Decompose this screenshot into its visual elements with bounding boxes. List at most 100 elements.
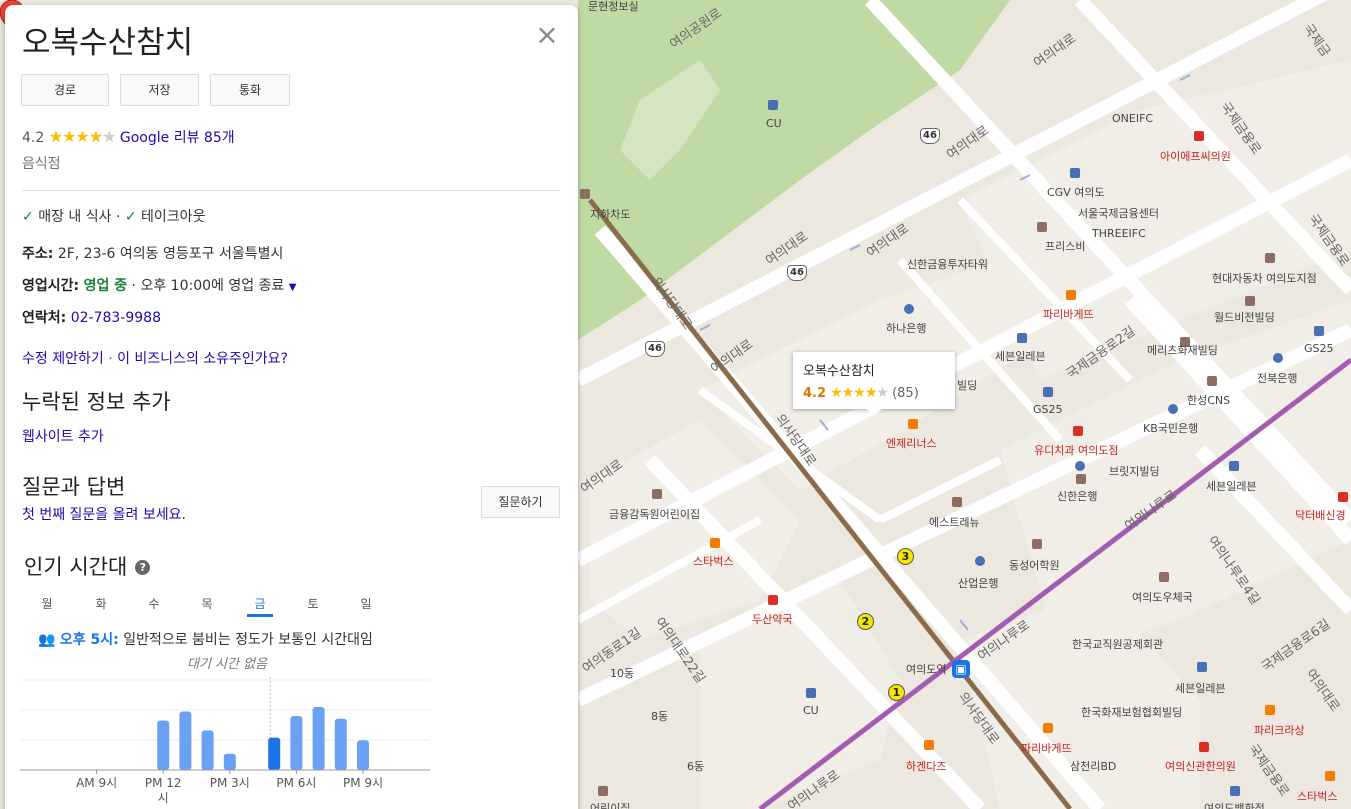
map-place-popup[interactable]: 오복수산참치 4.2 ★★★★★ (85) xyxy=(793,352,955,416)
phone-link[interactable]: 02-783-9988 xyxy=(71,310,161,326)
kindergarten-icon[interactable] xyxy=(598,786,608,796)
tab-day-sat[interactable]: 토 xyxy=(300,595,326,617)
convenience-store-icon[interactable] xyxy=(768,100,778,110)
map-label: THREEIFC xyxy=(1092,227,1146,240)
bar xyxy=(179,711,192,770)
caret-down-icon[interactable]: ▼ xyxy=(289,282,297,293)
map-label: 산업은행 xyxy=(958,577,999,590)
service-options: ✓ 매장 내 식사 · ✓ 테이크아웃 xyxy=(22,206,205,226)
tab-day-fri[interactable]: 금 xyxy=(247,595,273,617)
cafe-icon[interactable] xyxy=(1325,771,1335,781)
convenience-store-icon[interactable] xyxy=(1043,387,1053,397)
map-label: 서울국제금융센터 xyxy=(1078,207,1159,220)
popup-rating-value: 4.2 xyxy=(803,386,827,401)
address-label: 주소: xyxy=(22,246,54,262)
shopping-icon[interactable] xyxy=(1230,786,1240,796)
clinic-icon[interactable] xyxy=(1199,742,1209,752)
rating-row: 4.2 ★★★★★ Google 리뷰 85개 xyxy=(22,127,235,147)
bakery-icon[interactable] xyxy=(1265,705,1275,715)
map-label: 두산약국 xyxy=(752,613,793,626)
people-icon: 👥 xyxy=(38,632,56,648)
building-icon[interactable] xyxy=(1207,376,1217,386)
map-label: CGV 여의도 xyxy=(1047,186,1105,199)
bank-icon[interactable] xyxy=(1168,404,1178,414)
directions-button[interactable]: 경로 xyxy=(21,74,109,106)
tab-day-wed[interactable]: 수 xyxy=(141,595,167,617)
building-icon[interactable] xyxy=(1245,296,1255,306)
map-label: 파리바게뜨 xyxy=(1043,308,1094,321)
home-icon[interactable] xyxy=(952,497,962,507)
help-icon[interactable]: ? xyxy=(135,560,151,575)
ask-question-button[interactable]: 질문하기 xyxy=(481,486,560,518)
hours-row[interactable]: 영업시간: 영업 중 · 오후 10:00에 영업 종료 ▼ xyxy=(22,275,296,295)
tick-label: PM 9시 xyxy=(343,776,383,790)
shop-icon[interactable] xyxy=(1037,222,1047,232)
star-rating-icon: ★★★★★ xyxy=(48,127,117,146)
map-label: 하나은행 xyxy=(886,322,927,335)
convenience-store-icon[interactable] xyxy=(1229,461,1239,471)
bakery-icon[interactable] xyxy=(1043,723,1053,733)
cinema-icon[interactable] xyxy=(1070,168,1080,178)
tab-day-tue[interactable]: 화 xyxy=(88,595,114,617)
qa-prompt-link[interactable]: 첫 번째 질문을 올려 보세요. xyxy=(22,507,186,523)
map-label: 아이에프씨의원 xyxy=(1160,150,1231,163)
reviews-link[interactable]: Google 리뷰 85개 xyxy=(120,130,235,146)
add-website-link[interactable]: 웹사이트 추가 xyxy=(22,429,104,445)
tick-label: PM 3시 xyxy=(210,776,250,790)
bank-icon[interactable] xyxy=(1075,461,1085,471)
restaurant-icon[interactable] xyxy=(924,740,934,750)
map-label: 스타벅스 xyxy=(1297,790,1338,803)
metro-exit-1[interactable]: 1 xyxy=(888,684,905,701)
map-label: 여의도우체국 xyxy=(1132,591,1193,604)
map-label: 하겐다즈 xyxy=(906,760,947,773)
bakery-icon[interactable] xyxy=(1066,290,1076,300)
post-office-icon[interactable] xyxy=(1159,572,1169,582)
close-icon[interactable]: × xyxy=(535,21,559,49)
map-label: 동성어학원 xyxy=(1009,559,1060,572)
divider xyxy=(22,190,560,191)
bank-icon[interactable] xyxy=(975,556,985,566)
building-icon[interactable] xyxy=(1076,474,1086,484)
tab-day-thu[interactable]: 목 xyxy=(194,595,220,617)
pharmacy-icon[interactable] xyxy=(768,595,778,605)
convenience-store-icon[interactable] xyxy=(806,688,816,698)
phone-row: 연락처: 02-783-9988 xyxy=(22,307,161,327)
service-takeout: 테이크아웃 xyxy=(141,209,206,225)
save-button[interactable]: 저장 xyxy=(120,74,199,106)
convenience-store-icon[interactable] xyxy=(1314,326,1324,336)
bank-icon[interactable] xyxy=(1273,353,1283,363)
call-button[interactable]: 통화 xyxy=(210,74,290,106)
phone-label: 연락처: xyxy=(22,310,67,326)
tab-day-sun[interactable]: 일 xyxy=(353,595,379,617)
tab-day-mon[interactable]: 월 xyxy=(34,595,60,617)
service-separator: · xyxy=(115,209,121,225)
tick-label: AM 9시 xyxy=(76,776,117,790)
kindergarten-icon[interactable] xyxy=(652,489,662,499)
clinic-icon[interactable] xyxy=(1338,492,1348,502)
bar xyxy=(312,707,325,770)
suggest-edit-link[interactable]: 수정 제안하기 xyxy=(22,351,104,367)
clinic-icon[interactable] xyxy=(1194,131,1204,141)
claim-business-link[interactable]: 이 비즈니스의 소유주인가요? xyxy=(117,351,288,367)
map-label: 에스트레뉴 xyxy=(929,516,980,529)
closing-time: · 오후 10:00에 영업 종료 xyxy=(131,278,285,294)
car-dealer-icon[interactable] xyxy=(1265,253,1275,263)
star-empty-icon: ★ xyxy=(876,385,889,401)
route-46-shield: 46 xyxy=(645,341,665,357)
subway-station-icon[interactable]: ▣ xyxy=(952,660,970,678)
place-icon[interactable] xyxy=(580,189,590,199)
metro-exit-3[interactable]: 3 xyxy=(897,548,914,565)
map-label: CU xyxy=(803,704,819,717)
cafe-icon[interactable] xyxy=(908,419,918,429)
map-label: 파리크라상 xyxy=(1254,724,1305,737)
popup-rating: 4.2 ★★★★★ (85) xyxy=(803,385,945,401)
cafe-icon[interactable] xyxy=(710,538,720,548)
place-title: 오복수산참치 xyxy=(22,25,194,61)
bank-icon[interactable] xyxy=(904,304,914,314)
dentist-icon[interactable] xyxy=(1073,426,1083,436)
metro-exit-2[interactable]: 2 xyxy=(857,613,874,630)
convenience-store-icon[interactable] xyxy=(1017,333,1027,343)
map-label: 금융감독원어린이집 xyxy=(609,508,701,521)
convenience-store-icon[interactable] xyxy=(1197,662,1207,672)
school-icon[interactable] xyxy=(1032,539,1042,549)
